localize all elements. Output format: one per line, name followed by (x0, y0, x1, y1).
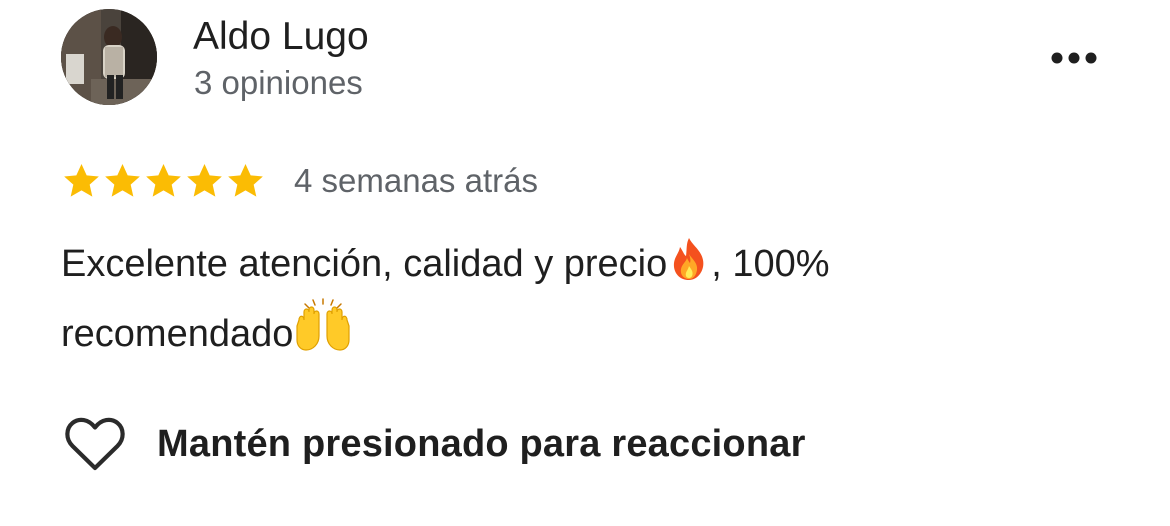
review-text-segment: recomendado (61, 313, 294, 355)
heart-outline-icon (65, 417, 125, 471)
star-icon (105, 164, 140, 197)
fire-emoji-icon (667, 236, 711, 298)
star-icon (146, 164, 181, 197)
star-icon (187, 164, 222, 197)
avatar-photo (61, 9, 157, 105)
star-icon (64, 164, 99, 197)
review-text-line-1: Excelente atención, calidad y precio , 1… (61, 236, 1121, 298)
author-name[interactable]: Aldo Lugo (193, 14, 369, 60)
review-time: 4 semanas atrás (294, 162, 538, 199)
more-horizontal-icon (1051, 52, 1097, 64)
react-button[interactable]: Mantén presionado para reaccionar (64, 414, 806, 474)
avatar[interactable] (61, 9, 157, 105)
review-text: Excelente atención, calidad y precio , 1… (61, 236, 1121, 368)
react-label: Mantén presionado para reaccionar (157, 422, 806, 465)
review-text-segment: Excelente atención, calidad y precio (61, 243, 668, 285)
more-options-button[interactable] (1042, 38, 1106, 78)
rating-row: 4 semanas atrás (61, 160, 538, 202)
review-text-line-2: recomendado (61, 298, 1121, 368)
star-rating (61, 161, 266, 201)
review-text-segment: , 100% (711, 243, 830, 285)
author-review-count: 3 opiniones (194, 64, 363, 101)
star-icon (228, 164, 263, 197)
raising-hands-emoji-icon (293, 298, 353, 368)
